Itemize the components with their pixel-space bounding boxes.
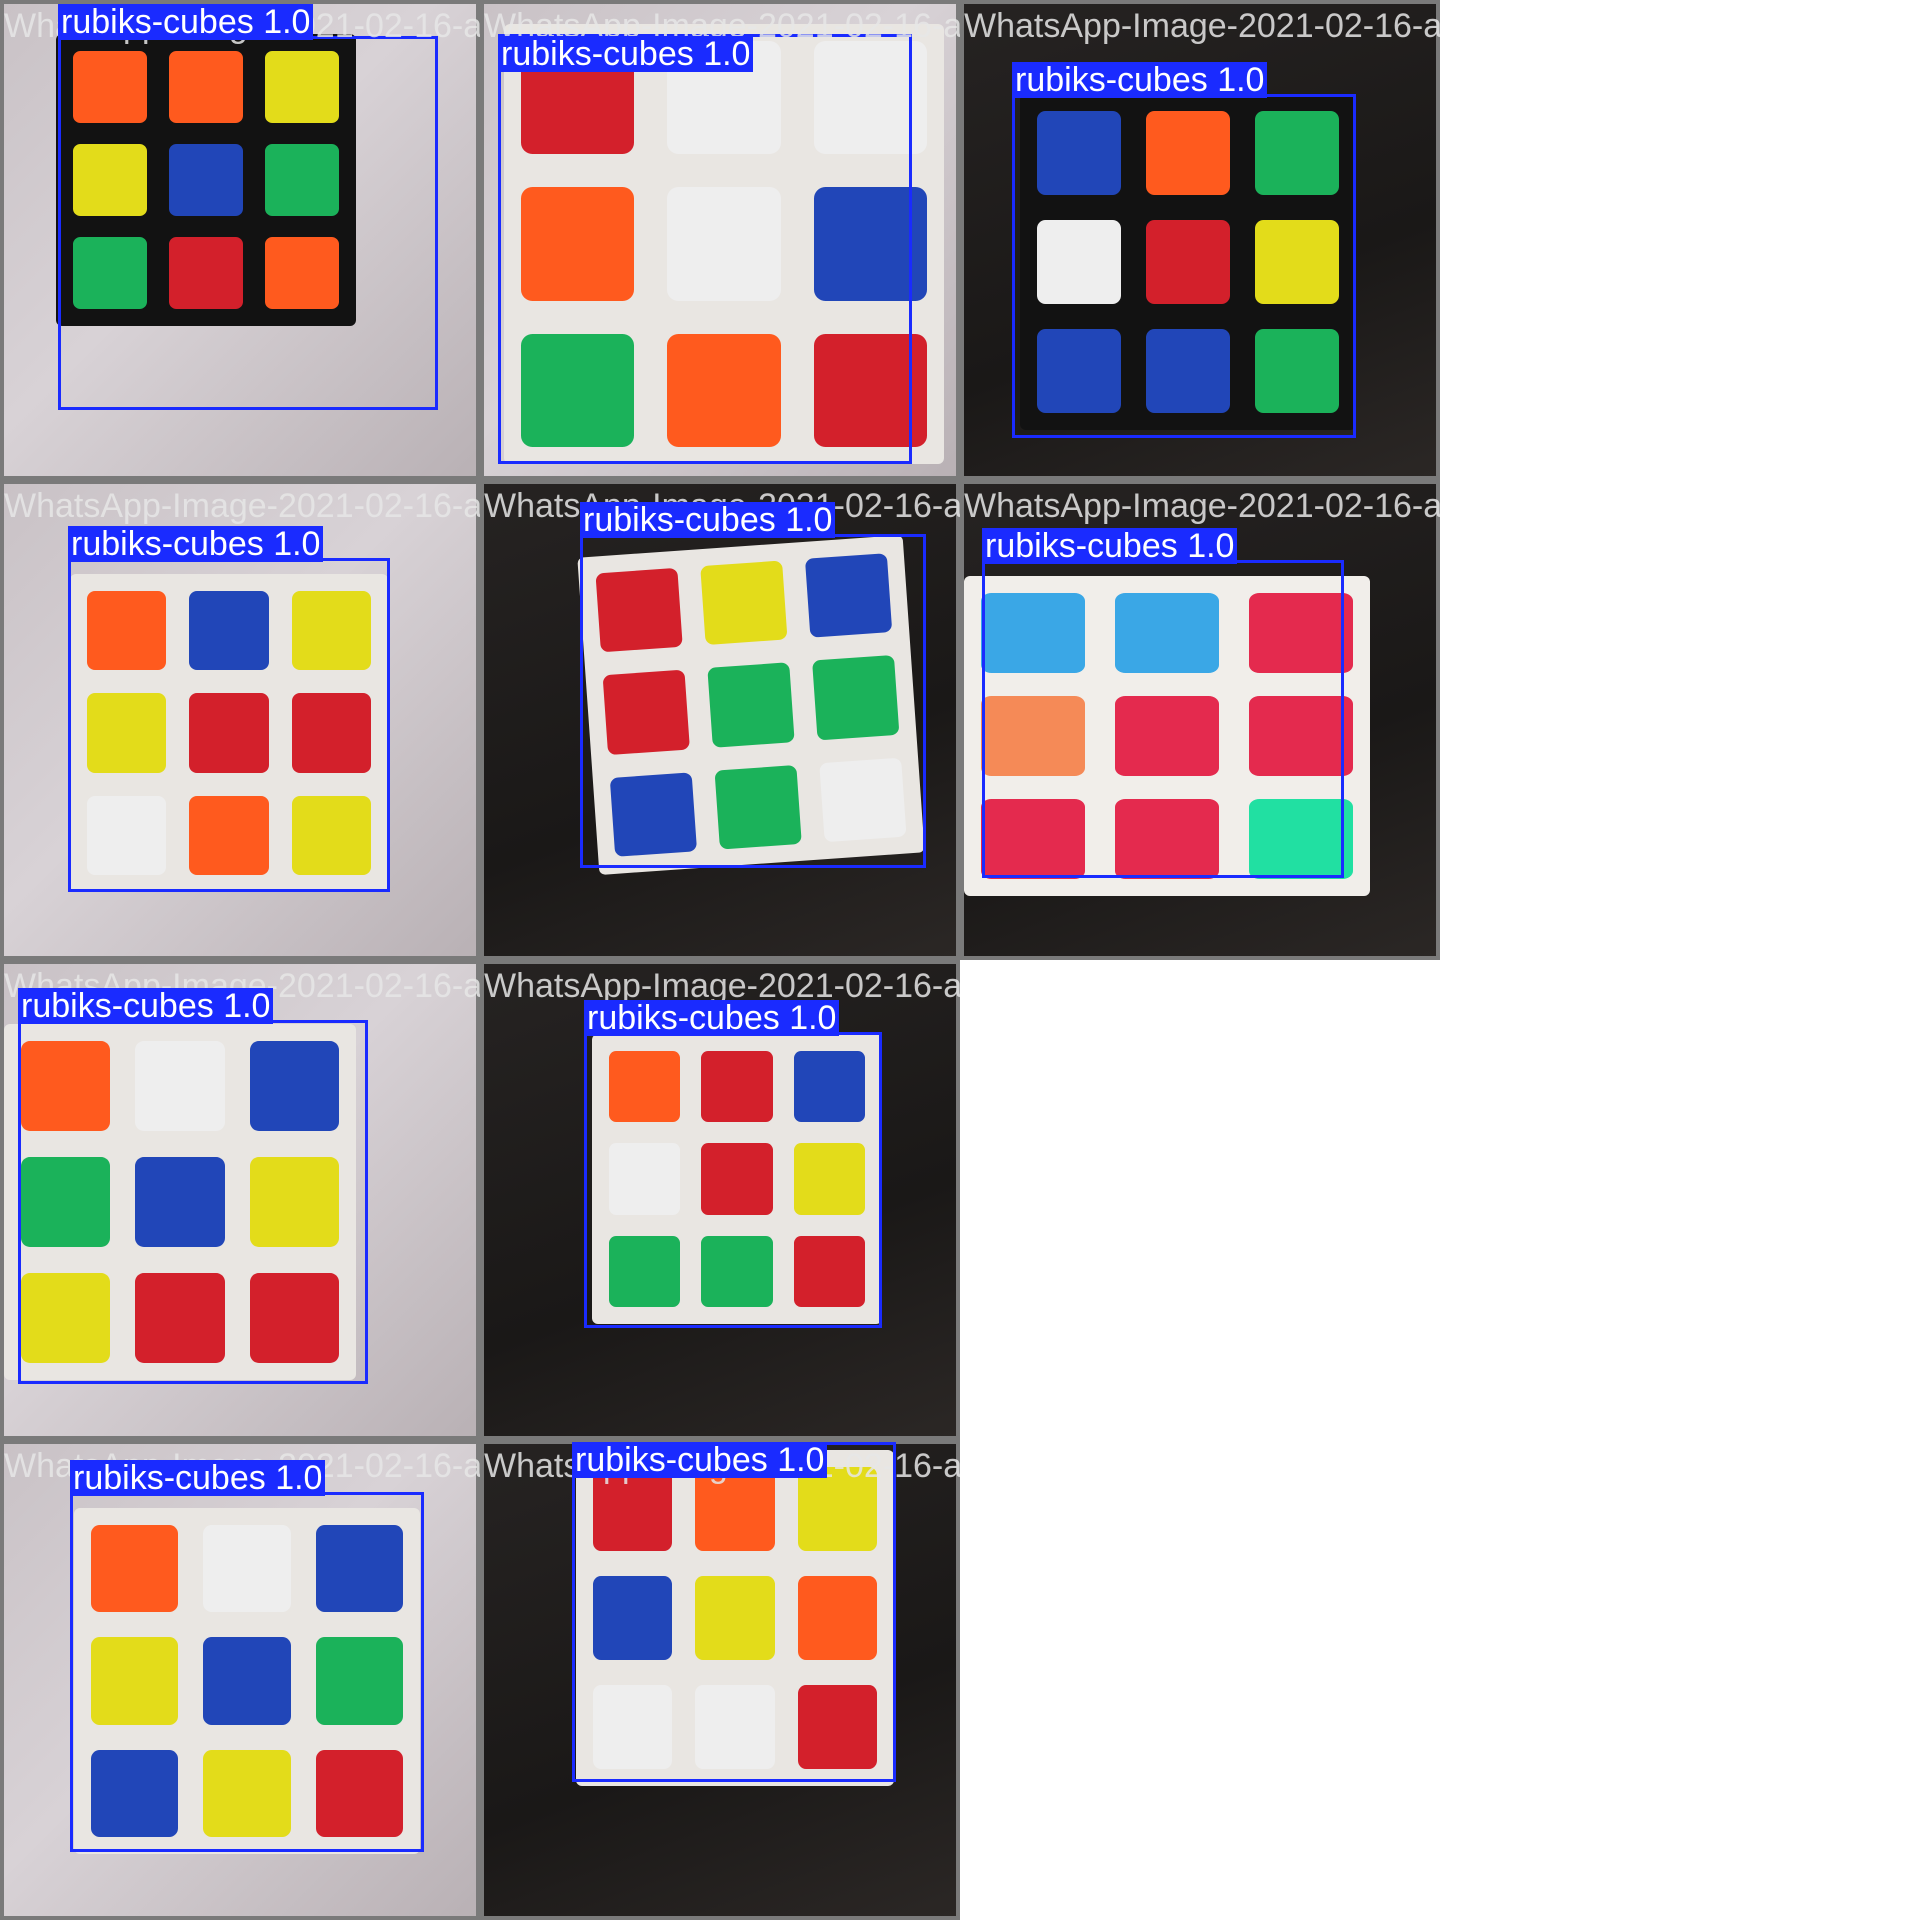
detection-box [70, 1492, 424, 1852]
mosaic-tile-4: WhatsApp-Image-2021-02-16-at-7-56-49-PM-… [0, 480, 480, 960]
detection-label: rubiks-cubes 1.0 [70, 1460, 326, 1496]
detection-box [68, 558, 390, 892]
detection-box [572, 1442, 896, 1782]
detection-box [18, 1020, 368, 1384]
tile-filename: WhatsApp-Image-2021-02-16-at-7-56-49-PM- [4, 487, 480, 525]
mosaic-tile-2: WhatsApp-Image-2021-02-16-at-7-56-49-PM-… [480, 0, 960, 480]
detection-box [58, 36, 438, 410]
detection-label: rubiks-cubes 1.0 [580, 502, 836, 538]
mosaic-canvas: { "detection_label": "rubiks-cubes 1.0",… [0, 0, 1920, 1920]
detection-label: rubiks-cubes 1.0 [18, 988, 274, 1024]
mosaic-tile-8: WhatsApp-Image-2021-02-16-at-7-56-53-PM-… [480, 960, 960, 1440]
mosaic-tile-5: WhatsApp-Image-2021-02-16-at-7-56-52-PM-… [480, 480, 960, 960]
detection-box [498, 34, 912, 464]
detection-label: rubiks-cubes 1.0 [584, 1000, 840, 1036]
tile-filename: WhatsApp-Image-2021-02-16-at-7-57-59-PM- [964, 487, 1440, 525]
mosaic-tile-7: WhatsApp-Image-2021-02-16-at-7-56-49-PM-… [0, 960, 480, 1440]
detection-box [584, 1032, 882, 1328]
detection-label: rubiks-cubes 1.0 [68, 526, 324, 562]
detection-label: rubiks-cubes 1.0 [982, 528, 1238, 564]
mosaic-tile-10: WhatsApp-Image-2021-02-16-at-7-57-22-PM-… [480, 1440, 960, 1920]
detection-label: rubiks-cubes 1.0 [572, 1442, 828, 1478]
detection-box [580, 534, 926, 868]
detection-box [982, 560, 1344, 878]
detection-box [1012, 94, 1356, 438]
mosaic-tile-1: WhatsApp-Image-2021-02-16-at-7-56-52-PM-… [0, 0, 480, 480]
detection-label: rubiks-cubes 1.0 [58, 4, 314, 40]
tile-filename: WhatsApp-Image-2021-02-16-at-7-57-25-PM- [964, 7, 1440, 45]
detection-label: rubiks-cubes 1.0 [498, 36, 754, 72]
mosaic-tile-6: WhatsApp-Image-2021-02-16-at-7-57-59-PM-… [960, 480, 1440, 960]
mosaic-tile-3: WhatsApp-Image-2021-02-16-at-7-57-25-PM-… [960, 0, 1440, 480]
mosaic-tile-9: WhatsApp-Image-2021-02-16-at-7-56-49-PM-… [0, 1440, 480, 1920]
detection-label: rubiks-cubes 1.0 [1012, 62, 1268, 98]
